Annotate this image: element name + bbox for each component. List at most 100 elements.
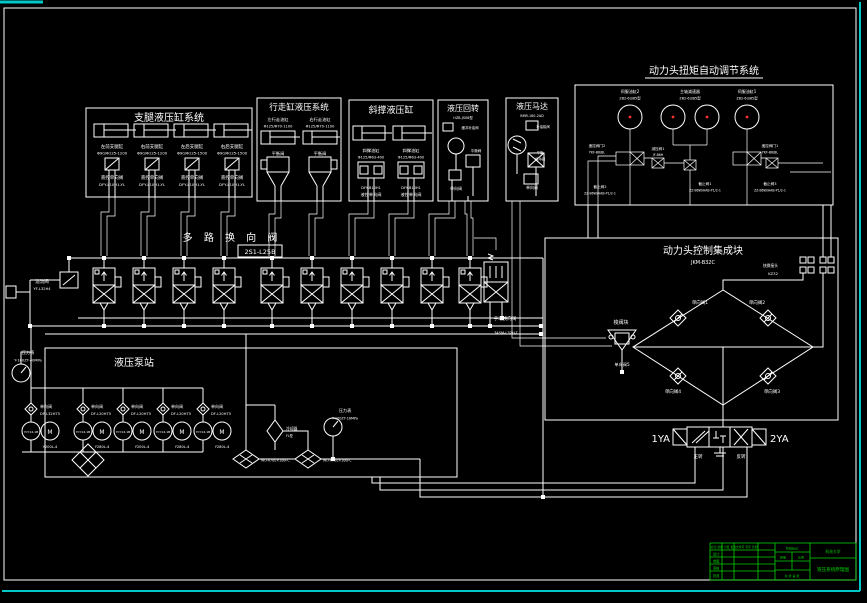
valve-section	[172, 255, 202, 329]
valve-label: 截止阀3	[763, 181, 776, 186]
leg-name: 左后支腿缸	[181, 143, 204, 150]
rotary-label-1: 缓冲补油阀	[462, 125, 480, 130]
pump-model: YCY14-1B	[76, 430, 90, 434]
leg-valve-name: 液控单向阀	[141, 174, 164, 181]
check-valve-3-label: 单向阀3	[764, 388, 780, 395]
pressure-gauge-1: 压力表 Y-100ZT-40MPa	[11, 349, 42, 383]
leg-valve-model: DFY-L10H1-YL	[179, 182, 206, 187]
leg-spec: Φ90/Φ125-1500	[177, 151, 208, 156]
control-block: 动力头控制集成块 JKM-B32C 快换接头 KZ32 单向阀1 单向阀2 单向…	[544, 205, 839, 460]
valve-section	[212, 255, 242, 329]
motor-model: Y280L-4	[95, 445, 110, 449]
travel-spec: Φ125/Φ70-1100	[264, 125, 293, 129]
check-valve-bridge: 单向阀1 单向阀2 单向阀4 单向阀3	[632, 273, 814, 427]
gauge1-model: Y-100ZT-40MPa	[14, 359, 41, 363]
pressure-manifold	[30, 326, 203, 389]
motor-model: Y280L-4	[175, 445, 190, 449]
valve-section	[340, 255, 370, 329]
block-feed-lines	[587, 205, 599, 238]
brace-cylinder-unit: 斜撑油缸 Φ125/Φ63-400 DFY-B10H1 液控单向阀	[392, 125, 432, 201]
manifold-title: 多 路 换 向 阀	[183, 231, 282, 244]
title-block: 标记 处数 分区 更改文件号 签字 日期 设计 制图 审核 批准 阶段标记 质量…	[709, 542, 857, 581]
brace-name: 斜撑油缸	[363, 147, 381, 154]
motor-letter: M	[139, 429, 144, 436]
shuttle-valve: 梭阀块 单向阀5	[607, 319, 637, 374]
manifold-model: 2S1-L25B	[244, 248, 275, 256]
rotary-label-2: 平衡阀	[471, 148, 482, 153]
check-valve-name: 单向阀	[211, 403, 223, 409]
role-design: 设计	[713, 552, 720, 557]
valve-label: 截止阀1	[698, 181, 711, 186]
valve-section	[260, 255, 290, 329]
scale-label: 比例	[798, 555, 804, 560]
coupling-name: 快换接头	[763, 263, 778, 268]
role-check: 审核	[713, 566, 720, 571]
valve-label: 减压阀1	[651, 146, 664, 151]
role-draft: 制图	[713, 559, 719, 564]
motor-model: Y200L-4	[135, 445, 150, 449]
organization: 科技大学	[825, 549, 840, 554]
brace-spec: Φ125/Φ63-400	[398, 156, 425, 160]
check-valve-2-label: 单向阀2	[749, 299, 765, 306]
leg-spec: Φ90/Φ125-1200	[137, 151, 168, 156]
travel-cylinder-unit: 左行走油缸 Φ125/Φ70-1100 平衡阀	[260, 116, 300, 201]
pump-station-title: 液压泵站	[114, 356, 154, 369]
leg-spec: Φ90/Φ125-1200	[97, 151, 128, 156]
manual-directional-valve: 手动换向阀 34SM-L32H-T	[483, 253, 519, 335]
valve-model: ZZ-B6W/AAB-P1/2-1	[584, 192, 616, 196]
cooler-name: 冷却器	[286, 426, 298, 431]
check-valve-1-label: 单向阀1	[692, 299, 708, 306]
check-valve-name: 单向阀	[40, 403, 52, 409]
brace-valve-name: 液控单向阀	[401, 191, 422, 198]
leg-name: 右后支腿缸	[221, 143, 244, 150]
leg-valve-model: DFY-L10H1-YL	[99, 182, 126, 187]
cad-drawing-canvas: 支腿液压缸系统 左前支腿缸 Φ90/Φ125-1200 液控单向阀 DFY-L1…	[0, 0, 867, 603]
quick-couplings: 快换接头 KZ32	[763, 205, 835, 348]
check-valve-4-label: 单向阀4	[665, 388, 681, 395]
gauge-model: ZB2-63/85型	[619, 96, 641, 101]
travel-cylinder-unit: 右行走油缸 Φ125/Φ70-1100 平衡阀	[302, 116, 340, 201]
pressure-gauge-2: 压力表 Y-100ZT-16MPa	[323, 407, 358, 459]
manual-valve-model: 34SM-L32H-T	[494, 331, 518, 335]
leg-name: 右前支腿缸	[141, 143, 164, 150]
manual-valve-name: 手动换向阀	[494, 315, 517, 322]
relief-valve: 溢流阀 YF-L32H4	[5, 256, 79, 328]
motor-model: Y200L-4	[43, 445, 58, 449]
leg-name: 左前支腿缸	[101, 143, 124, 150]
brace-name: 斜撑油缸	[403, 147, 421, 154]
motor-letter: M	[99, 429, 104, 436]
leg-cylinder-unit: 右前支腿缸 Φ90/Φ125-1200 液控单向阀 DFY-L10H1-YL	[133, 123, 176, 197]
travel-cylinder-system-box: 行走缸液压系统 左行走油缸 Φ125/Φ70-1100 平衡阀 右行走油缸 Φ1…	[256, 97, 342, 202]
valve-model: ZZ-B6W/AAB-P1/2-1	[689, 189, 721, 193]
travel-valve-name: 平衡阀	[314, 150, 327, 157]
valve-label: 遥控阀门1	[762, 143, 779, 148]
travel-name: 右行走油缸	[310, 116, 332, 123]
drawing-title: 液压系统原理图	[817, 566, 850, 573]
travel-spec: Φ125/Φ70-1100	[306, 125, 335, 129]
block-model: JKM-B32C	[690, 260, 715, 266]
leg-valve-name: 液控单向阀	[181, 174, 204, 181]
brace-cylinder-unit: 斜撑油缸 Φ125/Φ63-400 DFY-B10H1 液控单向阀	[352, 125, 392, 201]
rotary-system-box: 液压回转 HZB-JS08型 缓冲补油阀 平衡阀 单向阀	[437, 99, 489, 202]
leg-cylinder-unit: 右后支腿缸 Φ90/Φ125-1500 液控单向阀 DFY-L10H1-YL	[213, 123, 252, 197]
pump-group: 单向阀 DF-L20H75 YCY14-1B M Y280L-4	[193, 388, 232, 452]
pump-group: 单向阀 DF-L32H75 YCY14-1B M Y200L-4	[21, 388, 60, 452]
check-valve-name: 单向阀	[131, 403, 143, 409]
hydraulic-schematic: 支腿液压缸系统 左前支腿缸 Φ90/Φ125-1200 液控单向阀 DFY-L1…	[0, 0, 861, 592]
valve-section	[92, 255, 122, 329]
brace-valve-model: DFY-B10H1	[361, 186, 381, 190]
sheet-frame	[0, 0, 861, 592]
solenoid-valve: 1YA 2YA 正转 反转	[651, 426, 789, 460]
pump-group: 单向阀 DF-L20H75 YCY14-1B M Y280L-4	[153, 388, 192, 452]
check-valve-model: DF-L20H75	[211, 412, 231, 416]
brace-title: 斜撑液压缸	[368, 104, 413, 116]
routing-lines	[371, 447, 748, 498]
return-filters: WU-A700×100FC WU-A700×100FC	[232, 334, 420, 469]
revision-header: 标记 处数 分区 更改文件号 签字 日期	[711, 545, 758, 549]
brace-cylinder-box: 斜撑液压缸 斜撑油缸 Φ125/Φ63-400 DFY-B10H1 液控单向阀 …	[348, 99, 434, 202]
valve-model: JF-B6H	[652, 153, 664, 157]
relief-model: YF-L32H4	[33, 287, 51, 291]
mass-label: 质量	[780, 555, 786, 560]
gauge-label: 伺服油缸1	[738, 88, 757, 94]
valve-section	[300, 255, 330, 329]
